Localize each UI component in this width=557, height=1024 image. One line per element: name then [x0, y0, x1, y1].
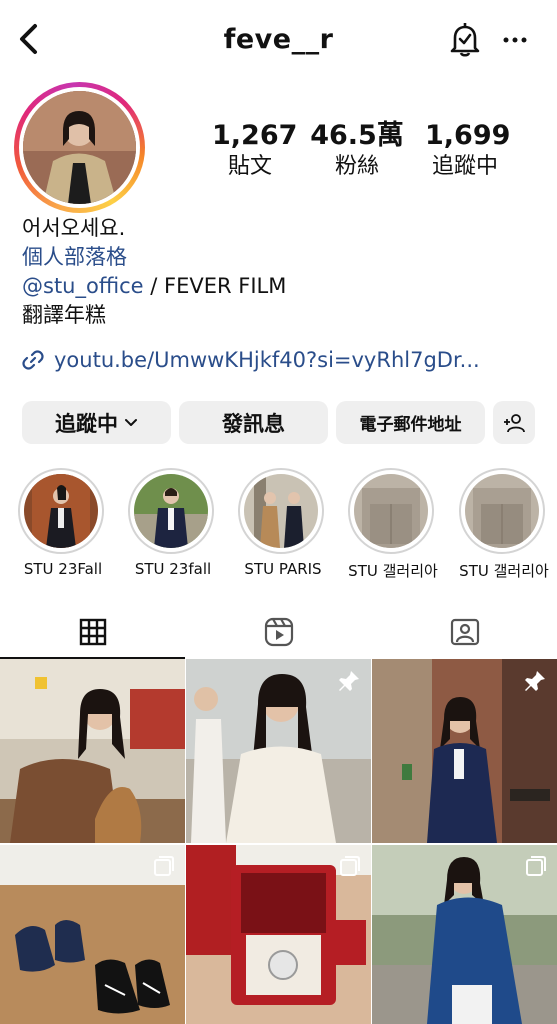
post-thumbnail[interactable]	[0, 845, 185, 1024]
post-thumbnail[interactable]	[186, 659, 371, 843]
posts-label: 貼文	[227, 154, 272, 179]
post-thumbnail[interactable]	[0, 659, 185, 843]
profile-bio: 어서오세요. 個人部落格 @stu_office / FEVER FILM 翻譯…	[22, 214, 286, 330]
chevron-down-icon	[125, 418, 137, 426]
message-button[interactable]: 發訊息	[179, 401, 328, 444]
bio-line: 翻譯年糕	[22, 303, 106, 327]
tab-tagged[interactable]	[372, 604, 557, 659]
highlight-stu-23fall-2[interactable]: STU 23fall	[128, 468, 218, 578]
post-thumbnail[interactable]	[372, 659, 557, 843]
multiple-photos-icon	[154, 856, 174, 876]
pin-icon	[339, 671, 359, 691]
followers-count: 46.5萬	[310, 120, 404, 151]
top-bar: feve__r	[0, 0, 557, 82]
highlight-stu-galleria[interactable]: STU 갤러리아	[348, 468, 438, 580]
following-label: 追蹤中	[431, 154, 498, 179]
stat-followers[interactable]: 46.5萬 粉絲	[310, 120, 404, 182]
following-button-label: 追蹤中	[55, 411, 118, 436]
mention-suffix: / FEVER FILM	[143, 274, 287, 298]
profile-url[interactable]: youtu.be/UmwwKHjkf40?si=vyRhl7gDr...	[22, 348, 480, 372]
avatar-photo	[23, 91, 136, 204]
grid-icon	[79, 618, 106, 645]
post-thumbnail[interactable]	[372, 845, 557, 1024]
highlight-label: STU 갤러리아	[459, 562, 549, 580]
stat-posts[interactable]: 1,267 貼文	[212, 120, 298, 182]
more-options-button[interactable]	[500, 24, 530, 54]
bio-name: 어서오세요.	[22, 216, 126, 240]
highlight-cover	[354, 474, 428, 548]
highlight-cover	[244, 474, 318, 548]
tab-reels[interactable]	[186, 604, 371, 659]
profile-tabs	[0, 604, 557, 659]
add-person-icon	[504, 413, 525, 432]
pin-icon	[525, 671, 545, 691]
bell-check-icon	[450, 23, 480, 57]
highlight-cover	[24, 474, 98, 548]
following-count: 1,699	[425, 120, 511, 151]
mention-link[interactable]: @stu_office	[22, 274, 144, 298]
link-icon	[22, 350, 44, 370]
message-button-label: 發訊息	[222, 411, 285, 436]
stat-following[interactable]: 1,699 追蹤中	[425, 120, 511, 182]
suggested-people-button[interactable]	[493, 401, 535, 444]
following-button[interactable]: 追蹤中	[22, 401, 171, 444]
posts-count: 1,267	[212, 120, 298, 151]
highlight-stu-paris[interactable]: STU PARIS	[238, 468, 328, 578]
highlight-stu-galleria-2[interactable]: STU 갤러리아	[459, 468, 549, 580]
highlight-cover	[134, 474, 208, 548]
bio-mention-line: @stu_office / FEVER FILM	[22, 272, 286, 301]
post-thumbnail[interactable]	[186, 845, 371, 1024]
posts-grid	[0, 659, 557, 1024]
highlight-stu-23fall[interactable]: STU 23Fall	[18, 468, 108, 578]
followers-label: 粉絲	[334, 154, 379, 179]
url-text: youtu.be/UmwwKHjkf40?si=vyRhl7gDr...	[54, 348, 480, 372]
tab-posts-grid[interactable]	[0, 604, 185, 659]
more-horizontal-icon	[503, 37, 527, 43]
email-button[interactable]: 電子郵件地址	[336, 401, 485, 444]
highlight-cover	[465, 474, 539, 548]
email-button-label: 電子郵件地址	[359, 415, 462, 435]
blog-link[interactable]: 個人部落格	[22, 243, 286, 272]
multiple-photos-icon	[340, 856, 360, 876]
reels-icon	[264, 617, 293, 646]
notifications-button[interactable]	[448, 22, 482, 58]
profile-avatar[interactable]	[14, 82, 145, 213]
tagged-person-icon	[450, 618, 479, 645]
multiple-photos-icon	[526, 856, 546, 876]
